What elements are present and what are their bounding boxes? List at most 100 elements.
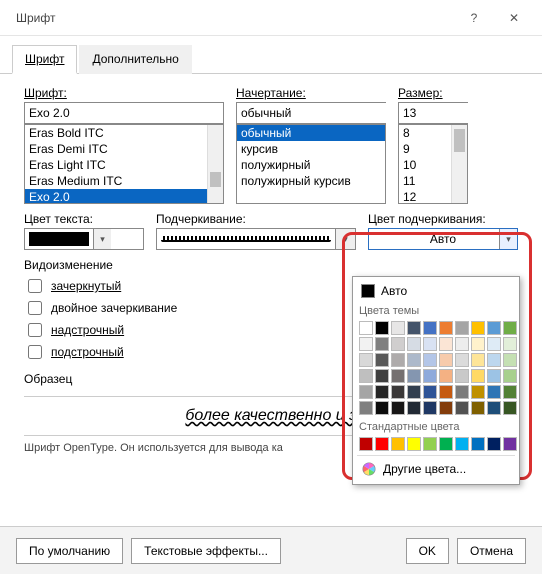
color-swatch[interactable] bbox=[455, 437, 469, 451]
help-button[interactable]: ? bbox=[454, 3, 494, 33]
list-item[interactable]: Exo 2.0 bbox=[25, 189, 223, 204]
color-swatch[interactable] bbox=[503, 337, 517, 351]
size-input[interactable] bbox=[399, 103, 542, 123]
font-input[interactable] bbox=[25, 103, 223, 123]
style-listbox[interactable]: обычный курсив полужирный полужирный кур… bbox=[236, 124, 386, 204]
color-swatch[interactable] bbox=[391, 401, 405, 415]
list-item[interactable]: Eras Bold ITC bbox=[25, 125, 223, 141]
color-swatch[interactable] bbox=[471, 385, 485, 399]
color-swatch[interactable] bbox=[471, 369, 485, 383]
color-swatch[interactable] bbox=[455, 353, 469, 367]
style-input-combo[interactable] bbox=[236, 102, 386, 124]
color-swatch[interactable] bbox=[407, 353, 421, 367]
tab-font[interactable]: Шрифт bbox=[12, 45, 77, 74]
list-item[interactable]: полужирный bbox=[237, 157, 385, 173]
scrollbar[interactable] bbox=[207, 125, 223, 203]
size-listbox[interactable]: 8 9 10 11 12 bbox=[398, 124, 468, 204]
color-swatch[interactable] bbox=[423, 353, 437, 367]
color-swatch[interactable] bbox=[375, 369, 389, 383]
color-swatch[interactable] bbox=[487, 321, 501, 335]
color-swatch[interactable] bbox=[423, 385, 437, 399]
color-swatch[interactable] bbox=[455, 369, 469, 383]
color-swatch[interactable] bbox=[503, 437, 517, 451]
default-button[interactable]: По умолчанию bbox=[16, 538, 123, 564]
list-item[interactable]: курсив bbox=[237, 141, 385, 157]
color-swatch[interactable] bbox=[423, 437, 437, 451]
color-swatch[interactable] bbox=[407, 369, 421, 383]
color-swatch[interactable] bbox=[471, 337, 485, 351]
color-swatch[interactable] bbox=[407, 321, 421, 335]
text-effects-button[interactable]: Текстовые эффекты... bbox=[131, 538, 281, 564]
color-swatch[interactable] bbox=[359, 401, 373, 415]
color-swatch[interactable] bbox=[503, 321, 517, 335]
color-swatch[interactable] bbox=[487, 401, 501, 415]
color-swatch[interactable] bbox=[439, 385, 453, 399]
color-swatch[interactable] bbox=[487, 353, 501, 367]
color-swatch[interactable] bbox=[439, 321, 453, 335]
color-swatch[interactable] bbox=[407, 385, 421, 399]
cancel-button[interactable]: Отмена bbox=[457, 538, 526, 564]
list-item[interactable]: Eras Medium ITC bbox=[25, 173, 223, 189]
font-listbox[interactable]: Eras Bold ITC Eras Demi ITC Eras Light I… bbox=[24, 124, 224, 204]
color-swatch[interactable] bbox=[471, 353, 485, 367]
color-swatch[interactable] bbox=[487, 437, 501, 451]
color-swatch[interactable] bbox=[455, 385, 469, 399]
ok-button[interactable]: OK bbox=[406, 538, 449, 564]
color-swatch[interactable] bbox=[375, 321, 389, 335]
list-item[interactable]: Eras Demi ITC bbox=[25, 141, 223, 157]
color-swatch[interactable] bbox=[359, 337, 373, 351]
color-swatch[interactable] bbox=[471, 321, 485, 335]
color-swatch[interactable] bbox=[455, 401, 469, 415]
style-input[interactable] bbox=[237, 103, 400, 123]
color-swatch[interactable] bbox=[439, 369, 453, 383]
color-swatch[interactable] bbox=[359, 321, 373, 335]
list-item[interactable]: обычный bbox=[237, 125, 385, 141]
color-swatch[interactable] bbox=[359, 385, 373, 399]
color-swatch[interactable] bbox=[487, 369, 501, 383]
color-swatch[interactable] bbox=[391, 337, 405, 351]
color-swatch[interactable] bbox=[423, 401, 437, 415]
scrollbar[interactable] bbox=[451, 125, 467, 203]
underline-color-dropdown[interactable]: Авто ▾ bbox=[368, 228, 518, 250]
underline-style-dd[interactable]: ▾ bbox=[336, 228, 356, 250]
color-swatch[interactable] bbox=[391, 321, 405, 335]
color-swatch[interactable] bbox=[487, 337, 501, 351]
color-swatch[interactable] bbox=[487, 385, 501, 399]
color-swatch[interactable] bbox=[423, 337, 437, 351]
size-input-combo[interactable] bbox=[398, 102, 468, 124]
font-input-combo[interactable] bbox=[24, 102, 224, 124]
color-swatch[interactable] bbox=[455, 321, 469, 335]
color-swatch[interactable] bbox=[391, 385, 405, 399]
color-swatch[interactable] bbox=[503, 401, 517, 415]
color-swatch[interactable] bbox=[391, 437, 405, 451]
color-swatch[interactable] bbox=[391, 369, 405, 383]
list-item[interactable]: полужирный курсив bbox=[237, 173, 385, 189]
color-swatch[interactable] bbox=[391, 353, 405, 367]
color-swatch[interactable] bbox=[471, 401, 485, 415]
underline-style-dropdown[interactable] bbox=[156, 228, 336, 250]
color-swatch[interactable] bbox=[503, 353, 517, 367]
color-swatch[interactable] bbox=[359, 369, 373, 383]
close-button[interactable]: ✕ bbox=[494, 3, 534, 33]
color-swatch[interactable] bbox=[471, 437, 485, 451]
color-swatch[interactable] bbox=[439, 437, 453, 451]
color-swatch[interactable] bbox=[439, 401, 453, 415]
color-swatch[interactable] bbox=[503, 369, 517, 383]
more-colors-option[interactable]: Другие цвета... bbox=[357, 458, 515, 480]
color-swatch[interactable] bbox=[375, 385, 389, 399]
color-swatch[interactable] bbox=[439, 337, 453, 351]
tab-advanced[interactable]: Дополнительно bbox=[79, 45, 191, 74]
text-color-dropdown[interactable]: ▾ bbox=[24, 228, 144, 250]
color-swatch[interactable] bbox=[407, 401, 421, 415]
color-swatch[interactable] bbox=[503, 385, 517, 399]
auto-color-option[interactable]: Авто bbox=[357, 281, 515, 301]
color-swatch[interactable] bbox=[455, 337, 469, 351]
color-swatch[interactable] bbox=[359, 353, 373, 367]
color-swatch[interactable] bbox=[407, 437, 421, 451]
color-swatch[interactable] bbox=[375, 401, 389, 415]
list-item[interactable]: Eras Light ITC bbox=[25, 157, 223, 173]
color-swatch[interactable] bbox=[375, 337, 389, 351]
color-swatch[interactable] bbox=[359, 437, 373, 451]
color-swatch[interactable] bbox=[407, 337, 421, 351]
color-swatch[interactable] bbox=[423, 321, 437, 335]
